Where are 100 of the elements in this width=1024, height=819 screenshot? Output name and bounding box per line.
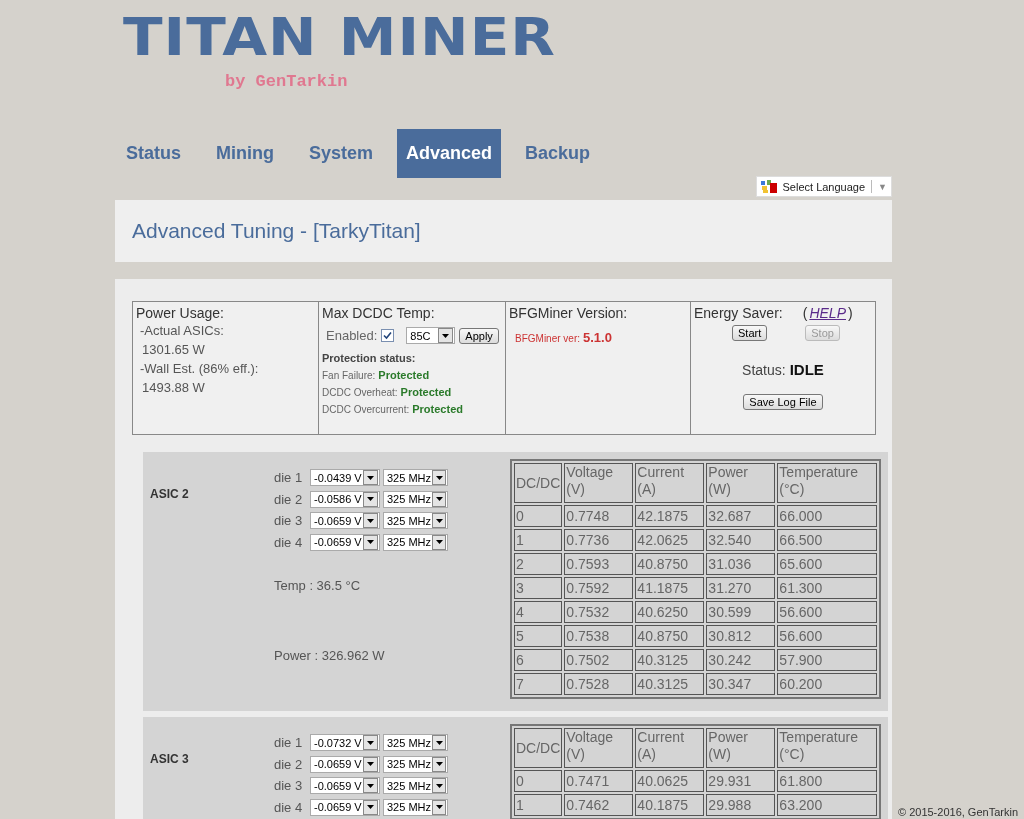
version-label: BFGMiner ver: xyxy=(515,333,580,344)
protection-label: DCDC Overheat: xyxy=(322,387,398,398)
caret-icon xyxy=(367,540,374,545)
column-header: Current (A) xyxy=(635,728,705,768)
table-cell: 40.8750 xyxy=(635,625,705,647)
table-cell: 40.1875 xyxy=(635,794,705,816)
table-cell: 30.242 xyxy=(706,649,776,671)
caret-icon xyxy=(367,475,374,480)
column-header: Power (W) xyxy=(706,463,776,503)
table-cell: 40.3125 xyxy=(635,673,705,695)
section-title: Max DCDC Temp: xyxy=(322,305,436,321)
column-header: Temperature (°C) xyxy=(777,728,877,768)
table-cell: 30.812 xyxy=(706,625,776,647)
enabled-checkbox[interactable] xyxy=(381,329,395,342)
frequency-select[interactable]: 325 MHz xyxy=(383,798,448,816)
temp-select[interactable]: 85C xyxy=(406,327,456,344)
table-cell: 4 xyxy=(514,601,563,623)
voltage-select[interactable]: -0.0659 V xyxy=(310,533,380,551)
table-cell: 0.7748 xyxy=(564,505,634,527)
energy-saver-button[interactable]: Start xyxy=(732,325,768,341)
nav-tab[interactable]: System xyxy=(298,129,385,178)
section-title: Energy Saver: xyxy=(694,305,783,321)
table-cell: 30.347 xyxy=(706,673,776,695)
table-cell: 0.7736 xyxy=(564,529,634,551)
voltage-select[interactable]: -0.0439 V xyxy=(310,469,380,487)
table-cell: 42.1875 xyxy=(635,505,705,527)
frequency-select[interactable]: 325 MHz xyxy=(383,469,448,487)
table-cell: 0.7528 xyxy=(564,673,634,695)
voltage-select[interactable]: -0.0586 V xyxy=(310,490,380,508)
caret-icon xyxy=(435,740,443,745)
protection-status: Protected xyxy=(400,386,452,398)
nav-tab[interactable]: Advanced xyxy=(397,129,502,178)
table-cell: 31.270 xyxy=(706,577,776,599)
asic-power: Power : 326.962 W xyxy=(274,648,386,663)
page-title: Advanced Tuning - [TarkyTitan] xyxy=(132,219,421,243)
frequency-select[interactable]: 325 MHz xyxy=(383,512,448,530)
die-label: die 1 xyxy=(274,470,304,486)
nav-tab[interactable]: Backup xyxy=(514,129,602,178)
die-label: die 3 xyxy=(274,778,304,794)
table-cell: 0.7538 xyxy=(564,625,634,647)
version-number: 5.1.0 xyxy=(583,330,612,345)
caret-icon xyxy=(367,497,374,502)
table-cell: 40.0625 xyxy=(635,770,705,792)
save-log-button[interactable]: Save Log File xyxy=(743,394,823,410)
table-cell: 63.200 xyxy=(777,794,877,816)
frequency-select[interactable]: 325 MHz xyxy=(383,755,448,773)
table-cell: 61.800 xyxy=(777,770,877,792)
help-link[interactable]: HELP xyxy=(809,305,846,321)
asic-temperature: Temp : 36.5 °C xyxy=(274,578,362,593)
table-cell: 29.931 xyxy=(706,770,776,792)
copyright-text: © 2015-2016, GenTarkin xyxy=(898,806,1018,818)
apply-button[interactable]: Apply xyxy=(459,327,499,344)
table-cell: 3 xyxy=(514,577,563,599)
table-cell: 0 xyxy=(514,770,563,792)
table-cell: 40.6250 xyxy=(635,601,705,623)
table-cell: 0.7532 xyxy=(564,601,634,623)
die-label: die 4 xyxy=(274,534,304,550)
column-header: DC/DC xyxy=(514,728,563,768)
frequency-select[interactable]: 325 MHz xyxy=(383,490,448,508)
nav-tab[interactable]: Mining xyxy=(205,129,285,178)
voltage-select[interactable]: -0.0659 V xyxy=(310,755,380,773)
frequency-select[interactable]: 325 MHz xyxy=(383,734,448,752)
caret-icon xyxy=(367,805,374,810)
caret-icon xyxy=(435,540,443,545)
table-cell: 60.200 xyxy=(777,673,877,695)
column-header: Current (A) xyxy=(635,463,705,503)
table-cell: 61.300 xyxy=(777,577,877,599)
help-paren: ( xyxy=(802,305,808,321)
table-cell: 5 xyxy=(514,625,563,647)
power-text: -Actual ASICs: xyxy=(140,322,225,340)
table-cell: 66.000 xyxy=(777,505,877,527)
voltage-select[interactable]: -0.0659 V xyxy=(310,798,380,816)
table-cell: 0.7462 xyxy=(564,794,634,816)
caret-icon xyxy=(367,740,374,745)
power-text: 1301.65 W xyxy=(142,341,206,359)
language-select[interactable]: Select Language ▼ xyxy=(755,176,892,197)
status-value: IDLE xyxy=(789,361,824,378)
table-cell: 56.600 xyxy=(777,601,877,623)
voltage-select[interactable]: -0.0732 V xyxy=(310,734,380,752)
table-cell: 0.7593 xyxy=(564,553,634,575)
logo-byline: by GenTarkin xyxy=(225,72,349,91)
table-cell: 0.7471 xyxy=(564,770,634,792)
voltage-select[interactable]: -0.0659 V xyxy=(310,512,380,530)
caret-icon xyxy=(435,518,443,523)
column-header: DC/DC xyxy=(514,463,563,503)
column-header: Voltage (V) xyxy=(564,463,634,503)
die-label: die 3 xyxy=(274,513,304,529)
caret-icon xyxy=(435,475,443,480)
protection-label: DCDC Overcurrent: xyxy=(322,404,410,415)
nav-tab[interactable]: Status xyxy=(115,129,192,178)
caret-icon xyxy=(435,805,443,810)
frequency-select[interactable]: 325 MHz xyxy=(383,533,448,551)
caret-icon xyxy=(442,333,450,338)
table-cell: 7 xyxy=(514,673,563,695)
table-cell: 66.500 xyxy=(777,529,877,551)
table-cell: 30.599 xyxy=(706,601,776,623)
column-header: Temperature (°C) xyxy=(777,463,877,503)
voltage-select[interactable]: -0.0659 V xyxy=(310,777,380,795)
die-label: die 2 xyxy=(274,756,304,772)
frequency-select[interactable]: 325 MHz xyxy=(383,777,448,795)
